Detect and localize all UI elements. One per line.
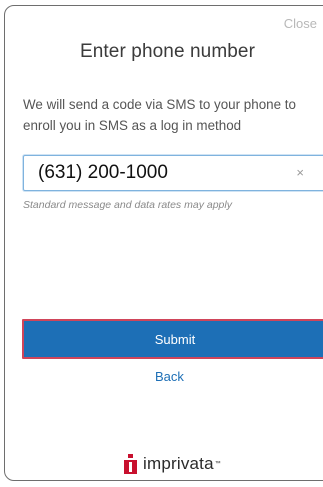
imprivata-logo-icon [124,454,137,474]
dialog-title: Enter phone number [79,41,256,62]
dialog-description: We will send a code via SMS to your phon… [23,97,296,133]
trademark-mark: ™ [214,461,221,467]
logo-wordmark: imprivata [143,454,214,473]
enrollment-dialog: Close Enter phone number We will send a … [4,5,323,481]
clear-input-icon[interactable]: × [296,165,304,180]
back-link[interactable]: Back [155,369,184,384]
imprivata-logo: imprivata ™ [124,453,221,475]
phone-input-container: × [23,155,323,191]
rates-hint: Standard message and data rates may appl… [23,199,232,211]
close-link[interactable]: Close [284,16,317,31]
submit-button[interactable]: Submit [22,319,323,359]
phone-number-input[interactable] [24,156,284,190]
